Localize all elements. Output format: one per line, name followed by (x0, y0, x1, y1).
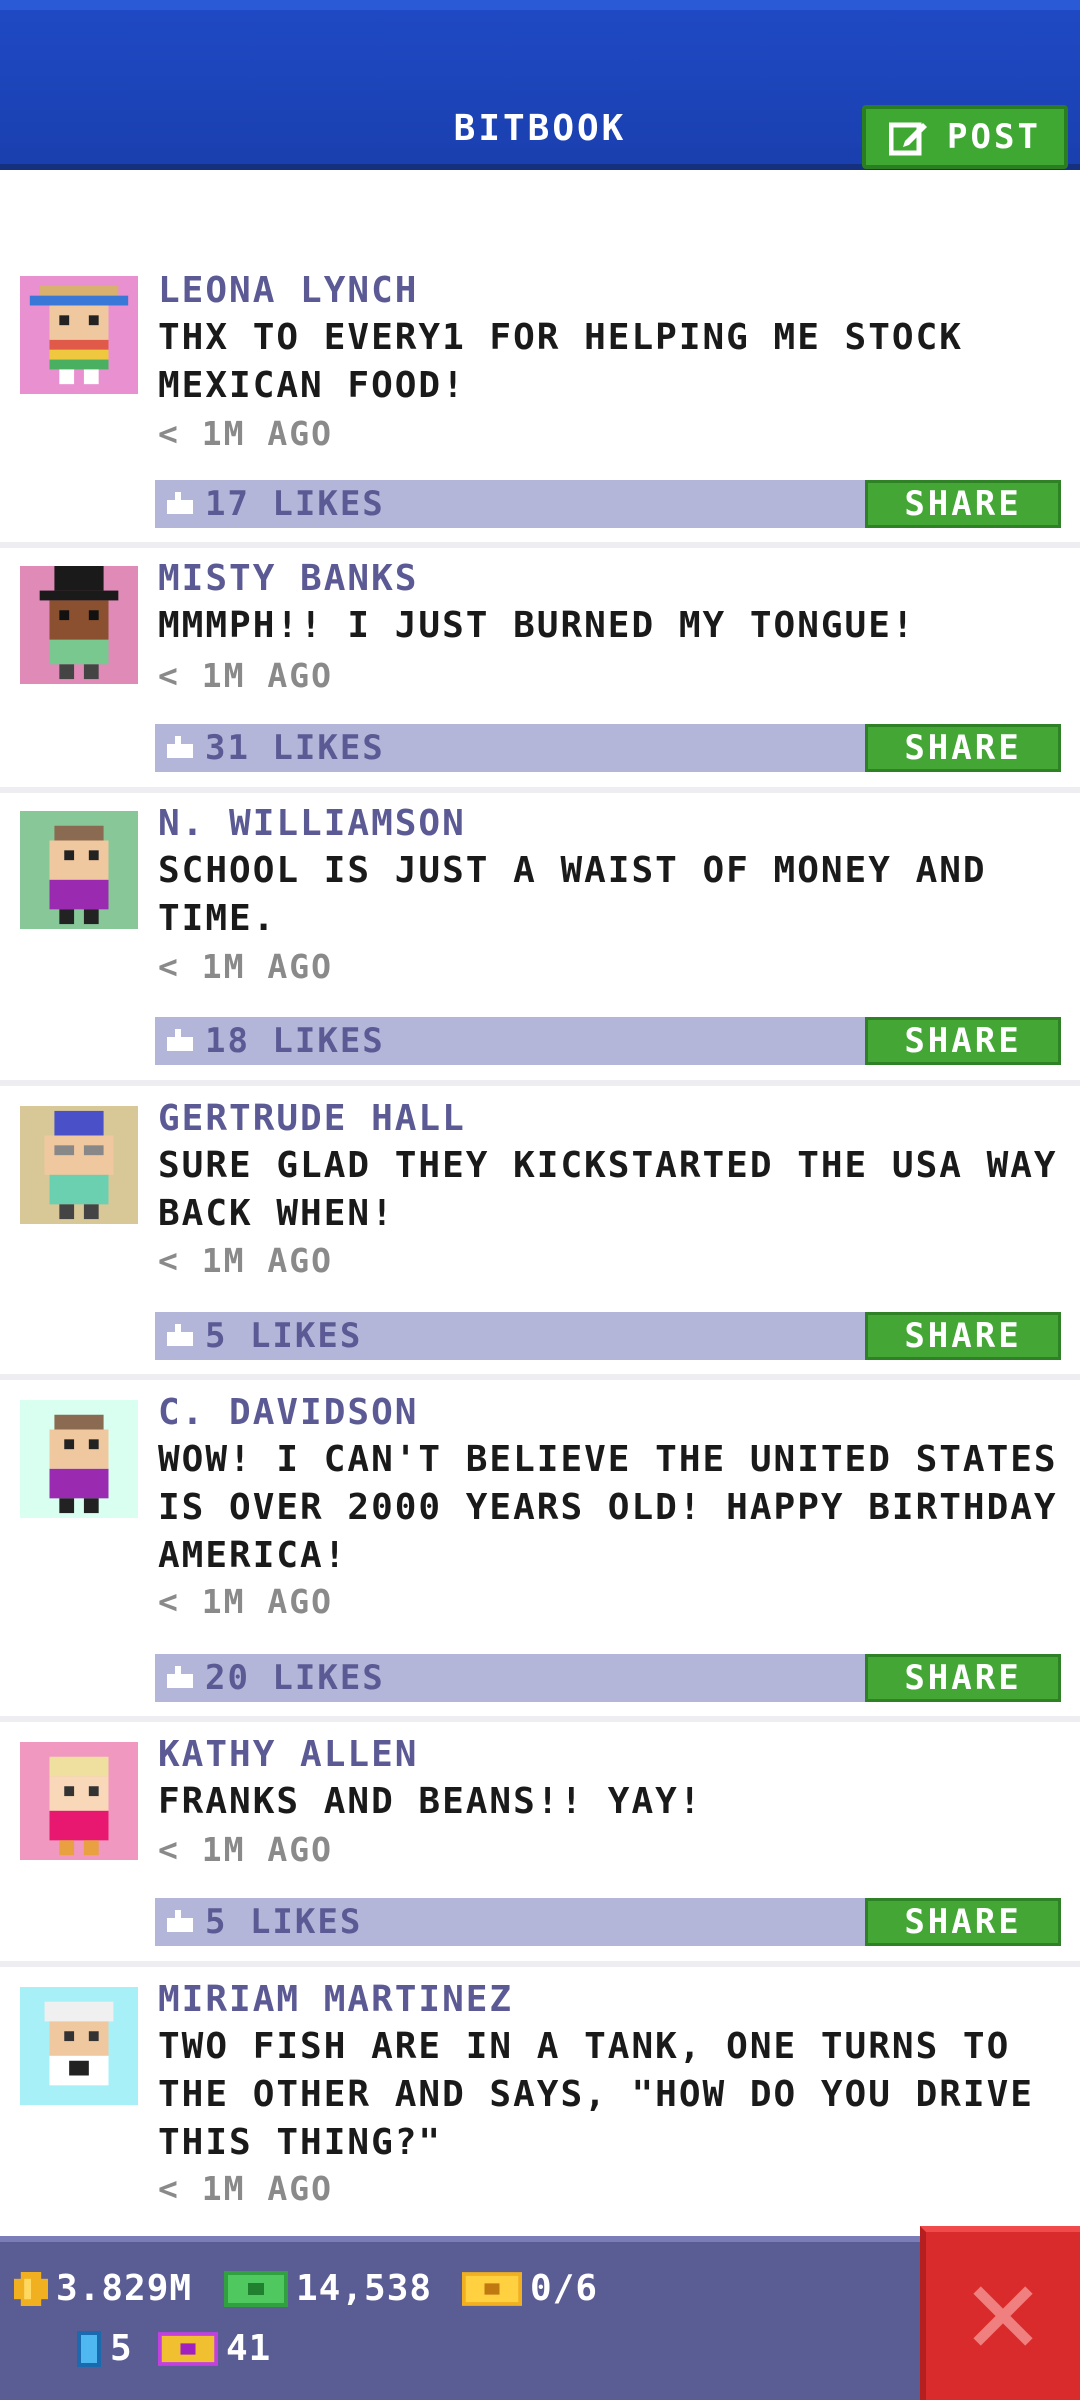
status-bar: 3.829M 14,538 0/6 5 41 (0, 2236, 1080, 2400)
post-message: WOW! I CAN'T BELIEVE THE UNITED STATES I… (158, 1439, 1058, 1576)
bux-value: 14,538 (296, 2268, 433, 2309)
post-message: THX TO EVERY1 FOR HELPING ME STOCK MEXIC… (158, 317, 963, 406)
feed-post: KATHY ALLEN FRANKS AND BEANS!! YAY! < 1M… (0, 1722, 1080, 1967)
elevators-stat[interactable]: 5 (76, 2328, 133, 2369)
post-time: < 1M AGO (158, 1241, 333, 1280)
likes-bar: 20 LIKES SHARE (155, 1654, 1061, 1702)
bux-stat[interactable]: 14,538 (224, 2268, 432, 2309)
blonde-avatar-icon (20, 1742, 138, 1860)
vip-ticket-icon (158, 2331, 218, 2366)
post-author[interactable]: GERTRUDE HALL (158, 1098, 466, 1139)
vip-value: 41 (226, 2328, 272, 2369)
post-time: < 1M AGO (158, 656, 333, 695)
post-author[interactable]: KATHY ALLEN (158, 1734, 418, 1775)
likes-bar: 17 LIKES SHARE (155, 480, 1061, 528)
likes-count[interactable]: 20 LIKES (205, 1658, 385, 1698)
elevator-icon (77, 2330, 101, 2367)
post-time: < 1M AGO (158, 1830, 333, 1869)
post-button-label: POST (947, 117, 1041, 157)
blue-hair-granny-avatar-icon (20, 1106, 138, 1224)
coins-stat[interactable]: 3.829M (14, 2268, 192, 2309)
post-message: SURE GLAD THEY KICKSTARTED THE USA WAY B… (158, 1145, 1058, 1234)
feed-post: MISTY BANKS MMMPH!! I JUST BURNED MY TON… (0, 548, 1080, 793)
avatar[interactable] (20, 1400, 138, 1518)
sombrero-woman-avatar-icon (20, 276, 138, 394)
post-author[interactable]: C. DAVIDSON (158, 1392, 418, 1433)
close-icon (973, 2286, 1033, 2346)
share-button[interactable]: SHARE (865, 1898, 1061, 1946)
likes-count[interactable]: 17 LIKES (205, 484, 385, 524)
likes-count[interactable]: 5 LIKES (205, 1902, 362, 1942)
tickets-stat[interactable]: 0/6 (462, 2268, 598, 2309)
vip-stat[interactable]: 41 (158, 2328, 271, 2369)
post-author[interactable]: MIRIAM MARTINEZ (158, 1979, 513, 2020)
thumbs-up-icon (167, 1910, 193, 1932)
feed-post: C. DAVIDSON WOW! I CAN'T BELIEVE THE UNI… (0, 1380, 1080, 1722)
post-message: MMMPH!! I JUST BURNED MY TONGUE! (158, 605, 916, 646)
elevators-value: 5 (110, 2328, 133, 2369)
feed-post: MIRIAM MARTINEZ TWO FISH ARE IN A TANK, … (0, 1967, 1080, 2267)
tickets-value: 0/6 (530, 2268, 599, 2309)
avatar[interactable] (20, 566, 138, 684)
avatar[interactable] (20, 1742, 138, 1860)
post-button[interactable]: POST (862, 105, 1068, 169)
post-author[interactable]: N. WILLIAMSON (158, 803, 466, 844)
coins-value: 3.829M (56, 2268, 193, 2309)
feed-post: LEONA LYNCH THX TO EVERY1 FOR HELPING ME… (0, 170, 1080, 548)
white-hair-avatar-icon (20, 1987, 138, 2105)
avatar[interactable] (20, 1987, 138, 2105)
bux-icon (224, 2270, 288, 2307)
feed-post: GERTRUDE HALL SURE GLAD THEY KICKSTARTED… (0, 1086, 1080, 1380)
coin-icon (14, 2271, 48, 2306)
share-button[interactable]: SHARE (865, 480, 1061, 528)
likes-count[interactable]: 5 LIKES (205, 1316, 362, 1356)
post-author[interactable]: MISTY BANKS (158, 558, 418, 599)
post-time: < 1M AGO (158, 1582, 333, 1621)
share-button[interactable]: SHARE (865, 1654, 1061, 1702)
ticket-icon (462, 2271, 522, 2306)
share-button[interactable]: SHARE (865, 1017, 1061, 1065)
share-button[interactable]: SHARE (865, 724, 1061, 772)
post-message: SCHOOL IS JUST A WAIST OF MONEY AND TIME… (158, 850, 987, 939)
likes-bar: 18 LIKES SHARE (155, 1017, 1061, 1065)
likes-count[interactable]: 18 LIKES (205, 1021, 385, 1061)
avatar[interactable] (20, 276, 138, 394)
post-time: < 1M AGO (158, 947, 333, 986)
edit-icon (889, 122, 928, 156)
likes-count[interactable]: 31 LIKES (205, 728, 385, 768)
purple-shirt-avatar-icon (20, 811, 138, 929)
thumbs-up-icon (167, 492, 193, 514)
post-time: < 1M AGO (158, 2169, 333, 2208)
purple-shirt-avatar-icon (20, 1400, 138, 1518)
thumbs-up-icon (167, 1324, 193, 1346)
likes-bar: 5 LIKES SHARE (155, 1898, 1061, 1946)
likes-bar: 5 LIKES SHARE (155, 1312, 1061, 1360)
post-message: TWO FISH ARE IN A TANK, ONE TURNS TO THE… (158, 2026, 1034, 2163)
thumbs-up-icon (167, 736, 193, 758)
close-button[interactable] (920, 2226, 1080, 2400)
avatar[interactable] (20, 1106, 138, 1224)
post-message: FRANKS AND BEANS!! YAY! (158, 1781, 703, 1822)
post-author[interactable]: LEONA LYNCH (158, 270, 418, 311)
share-button[interactable]: SHARE (865, 1312, 1061, 1360)
top-hat-avatar-icon (20, 566, 138, 684)
thumbs-up-icon (167, 1029, 193, 1051)
top-bar: BITBOOK POST (0, 0, 1080, 170)
feed-post: N. WILLIAMSON SCHOOL IS JUST A WAIST OF … (0, 793, 1080, 1086)
thumbs-up-icon (167, 1666, 193, 1688)
avatar[interactable] (20, 811, 138, 929)
likes-bar: 31 LIKES SHARE (155, 724, 1061, 772)
post-time: < 1M AGO (158, 414, 333, 453)
